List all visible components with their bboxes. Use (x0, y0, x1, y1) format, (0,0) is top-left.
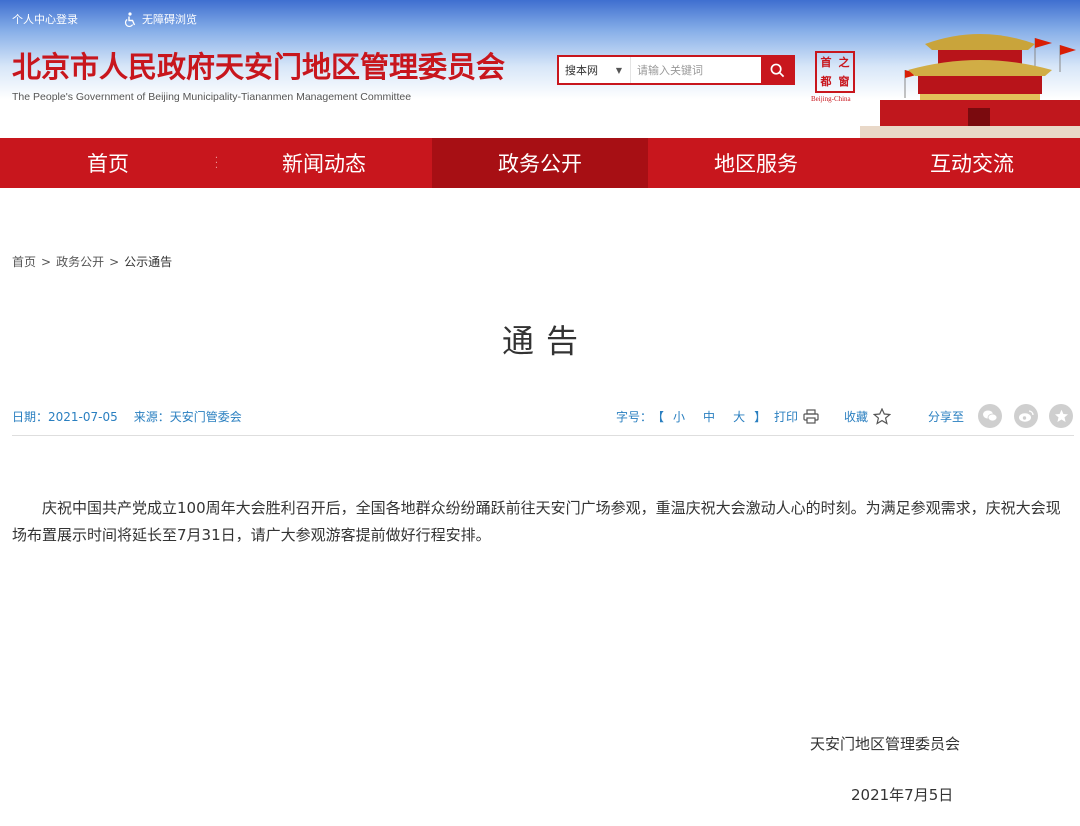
nav-item-interaction[interactable]: 互动交流 (864, 138, 1080, 188)
nav-item-news[interactable]: 新闻动态 (216, 138, 432, 188)
share-label: 分享至 (928, 410, 965, 424)
font-size-label: 字号： (616, 410, 653, 424)
seal-char: 之 (838, 56, 850, 69)
star-outline-icon (873, 407, 892, 425)
print-button[interactable]: 打印 (774, 405, 819, 427)
search-input[interactable] (631, 57, 761, 83)
accessibility-label: 无障碍浏览 (142, 13, 197, 26)
star-icon[interactable] (1049, 404, 1073, 428)
breadcrumb-separator: > (109, 254, 120, 269)
bracket-open: 【 (652, 410, 665, 424)
accessibility-icon (125, 11, 136, 27)
article-source: 来源：天安门管委会 (133, 410, 242, 424)
personal-center-login-link[interactable]: 个人中心登录 (12, 11, 78, 27)
bracket-close: 】 (754, 410, 767, 424)
article-meta-bar: 日期：2021-07-05 来源：天安门管委会 字号： 【 小 中 大 】 打印… (12, 404, 1074, 429)
article-body: 庆祝中国共产党成立100周年大会胜利召开后，全国各地群众纷纷踊跃前往天安门广场参… (12, 499, 1061, 544)
accessibility-link[interactable]: 无障碍浏览 (124, 11, 197, 27)
nav-item-district-services[interactable]: 地区服务 (648, 138, 864, 188)
nav-item-label: 首页 (87, 152, 129, 176)
nav-item-home[interactable]: 首页 · · · (0, 138, 218, 188)
breadcrumb-home[interactable]: 首页 (12, 253, 36, 270)
printer-icon (803, 408, 819, 424)
nav-item-government-affairs[interactable]: 政务公开 (432, 138, 648, 188)
seal-char: 窗 (838, 75, 850, 88)
search-scope-select[interactable]: 搜本网 ▼ (559, 57, 631, 83)
site-subtitle: The People's Government of Beijing Munic… (12, 91, 412, 103)
search-scope-label: 搜本网 (565, 64, 598, 77)
main-nav: 首页 · · · 新闻动态 政务公开 地区服务 互动交流 (0, 138, 1080, 188)
signature-date: 2021年7月5日 (851, 786, 954, 804)
weibo-icon[interactable] (1014, 404, 1038, 428)
site-title[interactable]: 北京市人民政府天安门地区管理委员会 (12, 50, 505, 84)
article-title: 通告 (501, 322, 590, 360)
publish-date: 日期：2021-07-05 (12, 410, 118, 424)
breadcrumb-notices[interactable]: 公示通告 (124, 253, 172, 270)
breadcrumb-separator: > (41, 254, 52, 269)
breadcrumb-government-affairs[interactable]: 政务公开 (56, 253, 104, 270)
font-size-small[interactable]: 小 (673, 408, 685, 425)
signature-organization: 天安门地区管理委员会 (810, 735, 961, 753)
nav-item-label: 互动交流 (930, 152, 1014, 176)
nav-item-label: 地区服务 (714, 152, 798, 176)
breadcrumb: 首页 > 政务公开 > 公示通告 (12, 253, 172, 270)
search-box: 搜本网 ▼ (557, 55, 795, 85)
top-bar: 个人中心登录 无障碍浏览 (12, 10, 197, 28)
search-button[interactable] (761, 57, 793, 83)
print-label: 打印 (774, 409, 799, 424)
wechat-icon[interactable] (978, 404, 1002, 428)
search-icon (770, 63, 784, 77)
favorite-label: 收藏 (844, 409, 869, 424)
font-size-control: 字号： 【 小 中 大 】 (616, 408, 766, 425)
nav-item-label: 新闻动态 (282, 152, 366, 176)
font-size-medium[interactable]: 中 (703, 408, 715, 425)
seal-caption: Beijing-China (811, 95, 851, 103)
favorite-button[interactable]: 收藏 (844, 405, 892, 427)
meta-divider (12, 435, 1074, 436)
seal-char: 都 (820, 75, 832, 88)
caret-down-icon: ▼ (615, 65, 622, 75)
tiananmen-gate-illustration (860, 34, 1080, 138)
font-size-large[interactable]: 大 (733, 408, 745, 425)
site-header: 个人中心登录 无障碍浏览 北京市人民政府天安门地区管理委员会 The Peopl… (0, 0, 1080, 138)
nav-item-label: 政务公开 (498, 152, 582, 176)
seal-char: 首 (820, 56, 832, 69)
capital-window-seal: 首 之 都 窗 (815, 51, 855, 93)
